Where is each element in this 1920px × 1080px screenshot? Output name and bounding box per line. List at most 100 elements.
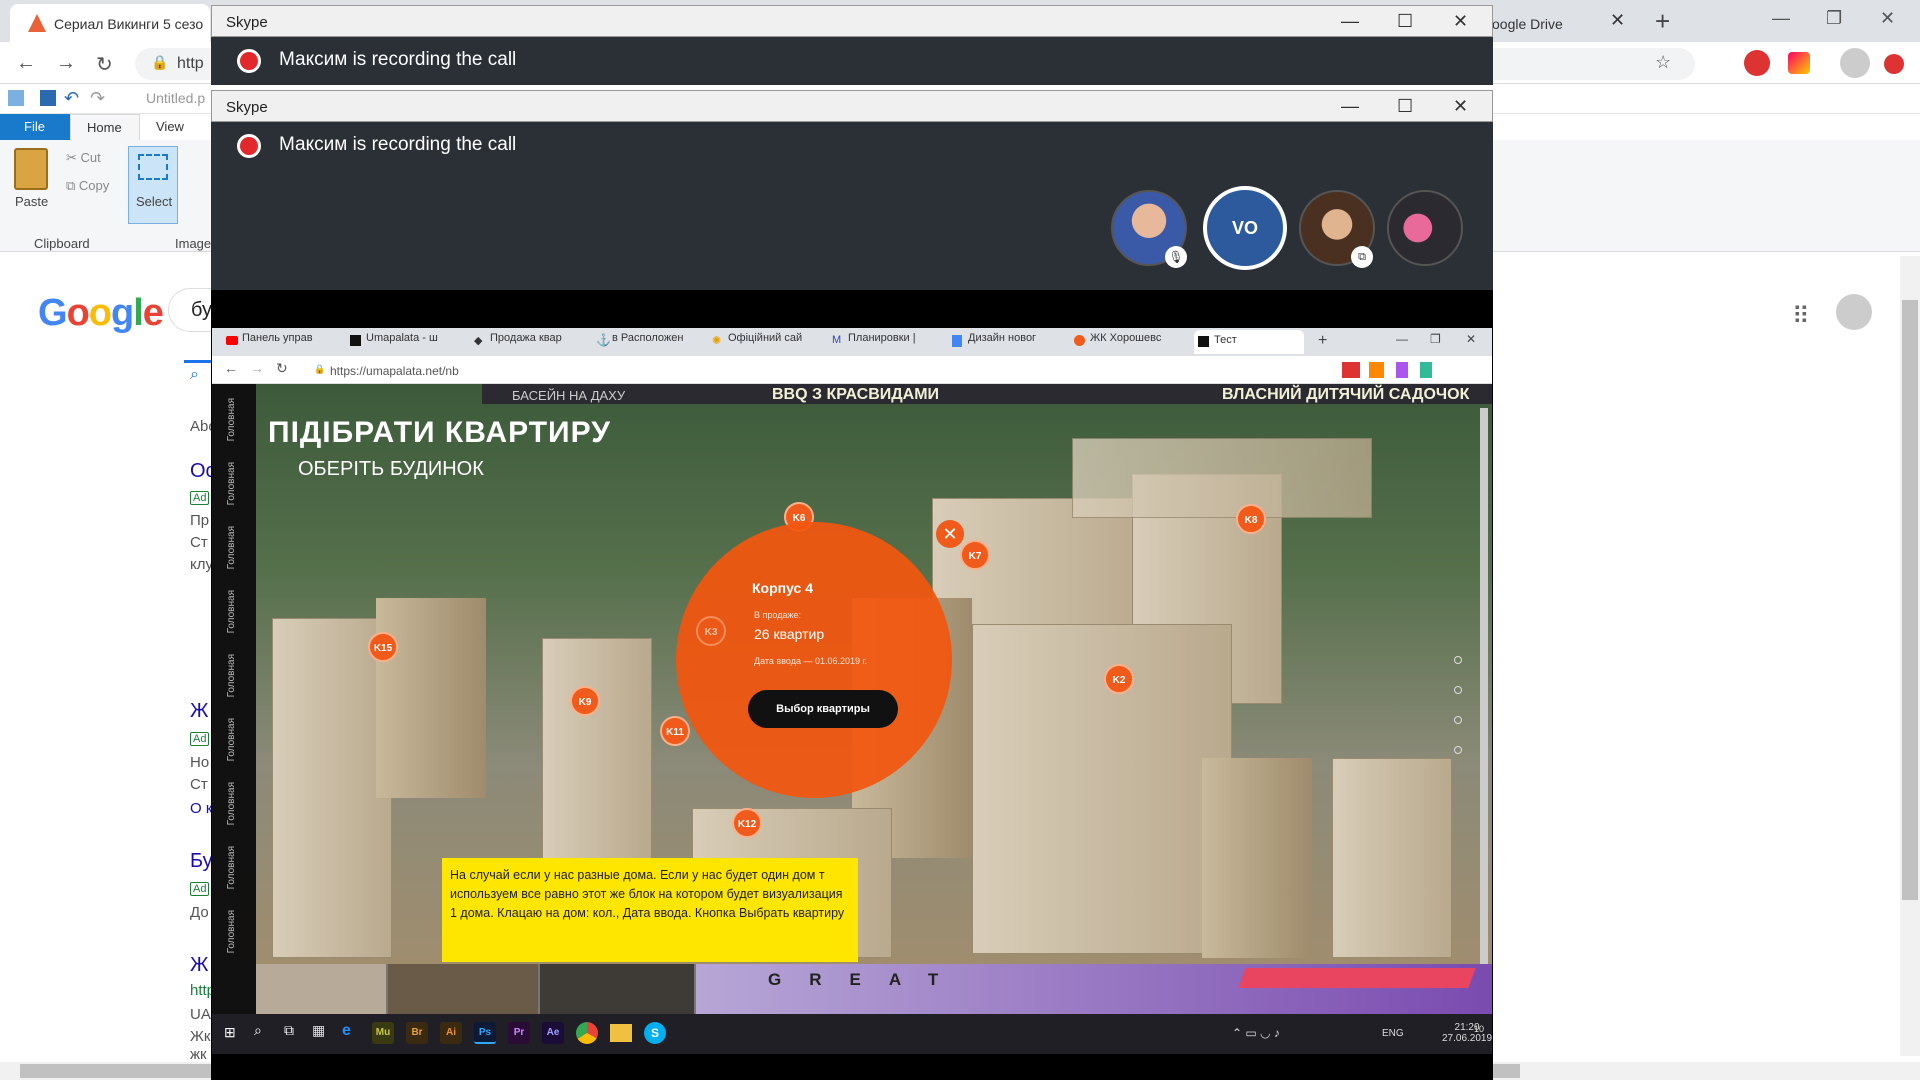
reload-icon[interactable]: ↻ bbox=[96, 52, 113, 77]
nav-link[interactable]: Головная bbox=[226, 846, 237, 889]
building-pin[interactable]: K2 bbox=[1104, 664, 1134, 694]
new-tab-button[interactable]: + bbox=[1655, 6, 1670, 37]
nav-link[interactable]: Головная bbox=[226, 718, 237, 761]
windows-icon[interactable]: ⊞ bbox=[224, 1024, 236, 1041]
search-icon[interactable]: ⌕ bbox=[254, 1022, 262, 1039]
new-tab-button[interactable]: + bbox=[1318, 332, 1327, 350]
clipboard-icon[interactable] bbox=[14, 148, 48, 190]
reload-icon[interactable]: ↻ bbox=[276, 360, 288, 377]
maximize-icon[interactable]: ❐ bbox=[1826, 8, 1842, 29]
building-pin[interactable]: K8 bbox=[1236, 504, 1266, 534]
shared-tab[interactable]: ✺ Офіційний сай bbox=[712, 332, 816, 356]
nav-link[interactable]: Головная bbox=[226, 910, 237, 953]
minimize-icon[interactable]: — bbox=[1341, 96, 1359, 117]
extension-icons[interactable] bbox=[1342, 362, 1492, 378]
premiere-icon[interactable]: Pr bbox=[508, 1022, 530, 1044]
extension-icon[interactable] bbox=[1744, 50, 1770, 76]
tray-icons[interactable]: ⌃ ▭ ◡ ♪ bbox=[1232, 1026, 1280, 1040]
illustrator-icon[interactable]: Ai bbox=[440, 1022, 462, 1044]
result-title[interactable]: Ж bbox=[190, 954, 208, 977]
building-pin[interactable]: K9 bbox=[570, 686, 600, 716]
close-icon[interactable]: ✕ bbox=[1453, 11, 1468, 32]
forward-icon[interactable]: → bbox=[56, 52, 76, 75]
building-pin[interactable]: K3 bbox=[696, 616, 726, 646]
edge-icon[interactable]: e bbox=[342, 1022, 351, 1040]
nav-link[interactable]: Головная bbox=[226, 782, 237, 825]
task-view-icon[interactable]: ⧉ bbox=[284, 1022, 294, 1039]
nav-link[interactable]: Головная bbox=[226, 462, 237, 505]
chrome-tab-drive[interactable]: oogle Drive bbox=[1480, 4, 1630, 42]
undo-icon[interactable]: ↶ bbox=[64, 88, 79, 109]
tab-home[interactable]: Home bbox=[70, 114, 140, 140]
building[interactable] bbox=[1072, 438, 1372, 518]
building[interactable] bbox=[272, 618, 392, 958]
scrollbar[interactable] bbox=[1480, 408, 1488, 1008]
extension-icon[interactable] bbox=[1788, 52, 1810, 74]
close-icon[interactable]: ✕ bbox=[1453, 96, 1468, 117]
minimize-icon[interactable]: — bbox=[1772, 8, 1790, 29]
choose-apartment-button[interactable]: Выбор квартиры bbox=[748, 690, 898, 728]
maximize-icon[interactable]: ☐ bbox=[1397, 11, 1413, 32]
chrome-icon[interactable] bbox=[576, 1022, 598, 1044]
maximize-icon[interactable]: ☐ bbox=[1397, 96, 1413, 117]
photoshop-icon[interactable]: Ps bbox=[474, 1022, 496, 1044]
result-title[interactable]: Ж bbox=[190, 700, 208, 723]
result-title[interactable]: Бу bbox=[190, 850, 213, 873]
slider-dot[interactable] bbox=[1454, 716, 1462, 724]
nav-link[interactable]: Головная bbox=[226, 398, 237, 441]
avatar[interactable] bbox=[1836, 294, 1872, 330]
participant-initials[interactable]: VO bbox=[1203, 186, 1287, 270]
paste-button[interactable]: Paste bbox=[15, 194, 48, 209]
shared-address-bar[interactable]: 🔒 https://umapalata.net/nb bbox=[312, 360, 1322, 382]
slider-dot[interactable] bbox=[1454, 656, 1462, 664]
minimize-icon[interactable]: — bbox=[1396, 332, 1408, 346]
slider-dot[interactable] bbox=[1454, 746, 1462, 754]
slider-dot[interactable] bbox=[1454, 686, 1462, 694]
folder-icon[interactable] bbox=[610, 1024, 632, 1042]
muse-icon[interactable]: Mu bbox=[372, 1022, 394, 1044]
language-indicator[interactable]: ENG bbox=[1382, 1028, 1404, 1039]
building[interactable] bbox=[376, 598, 486, 798]
close-icon[interactable]: ✕ bbox=[1880, 8, 1895, 29]
scrollbar-thumb[interactable] bbox=[1902, 300, 1918, 900]
nav-link[interactable]: Головная bbox=[226, 526, 237, 569]
skype-icon[interactable]: S bbox=[644, 1022, 666, 1044]
building[interactable] bbox=[1332, 758, 1452, 958]
participant-avatar[interactable] bbox=[1387, 190, 1463, 266]
calculator-icon[interactable]: ▦ bbox=[312, 1022, 325, 1039]
after-effects-icon[interactable]: Ae bbox=[542, 1022, 564, 1044]
tab-view[interactable]: View bbox=[156, 119, 184, 134]
close-icon[interactable]: ✕ bbox=[1466, 332, 1476, 346]
shared-tab-active[interactable]: Тест bbox=[1194, 330, 1304, 354]
copy-button[interactable]: ⧉ Copy bbox=[66, 178, 109, 194]
building-pin[interactable]: K15 bbox=[368, 632, 398, 662]
building-pin[interactable]: K7 bbox=[960, 540, 990, 570]
forward-icon[interactable]: → bbox=[250, 360, 264, 376]
back-icon[interactable]: ← bbox=[224, 360, 238, 376]
shared-tab[interactable]: Панель управ bbox=[226, 332, 330, 356]
result-sitelink[interactable]: О к bbox=[190, 800, 212, 817]
maximize-icon[interactable]: ❐ bbox=[1430, 332, 1441, 346]
redo-icon[interactable]: ↷ bbox=[90, 88, 105, 109]
shared-tab[interactable]: ⚓ в Расположен bbox=[596, 332, 700, 356]
shared-tab[interactable]: M Планировки | bbox=[832, 332, 936, 356]
save-icon[interactable] bbox=[40, 90, 56, 106]
tab-file[interactable]: File bbox=[0, 114, 70, 140]
close-icon[interactable]: ✕ bbox=[1610, 10, 1625, 31]
shared-tab[interactable]: Дизайн новог bbox=[952, 332, 1056, 356]
nav-link[interactable]: Головная bbox=[226, 590, 237, 633]
apps-grid-icon[interactable]: ⠿ bbox=[1792, 302, 1810, 331]
avatar[interactable] bbox=[1840, 48, 1870, 78]
building[interactable] bbox=[972, 624, 1232, 954]
star-icon[interactable]: ☆ bbox=[1655, 52, 1671, 73]
shared-tab[interactable]: ЖК Хорошевс bbox=[1074, 332, 1178, 356]
notification-icon[interactable]: 10 bbox=[1474, 1024, 1484, 1034]
cut-button[interactable]: ✂ Cut bbox=[66, 150, 101, 166]
shared-tab[interactable]: Umapalata - ш bbox=[350, 332, 454, 356]
nav-link[interactable]: Головная bbox=[226, 654, 237, 697]
search-icon[interactable]: ⌕ bbox=[190, 366, 199, 384]
close-icon[interactable]: ✕ bbox=[936, 520, 964, 548]
building-pin[interactable]: K12 bbox=[732, 808, 762, 838]
chrome-tab-active[interactable]: Сериал Викинги 5 сезо bbox=[10, 4, 210, 42]
shared-tab[interactable]: ◆ Продажа квар bbox=[474, 332, 578, 356]
